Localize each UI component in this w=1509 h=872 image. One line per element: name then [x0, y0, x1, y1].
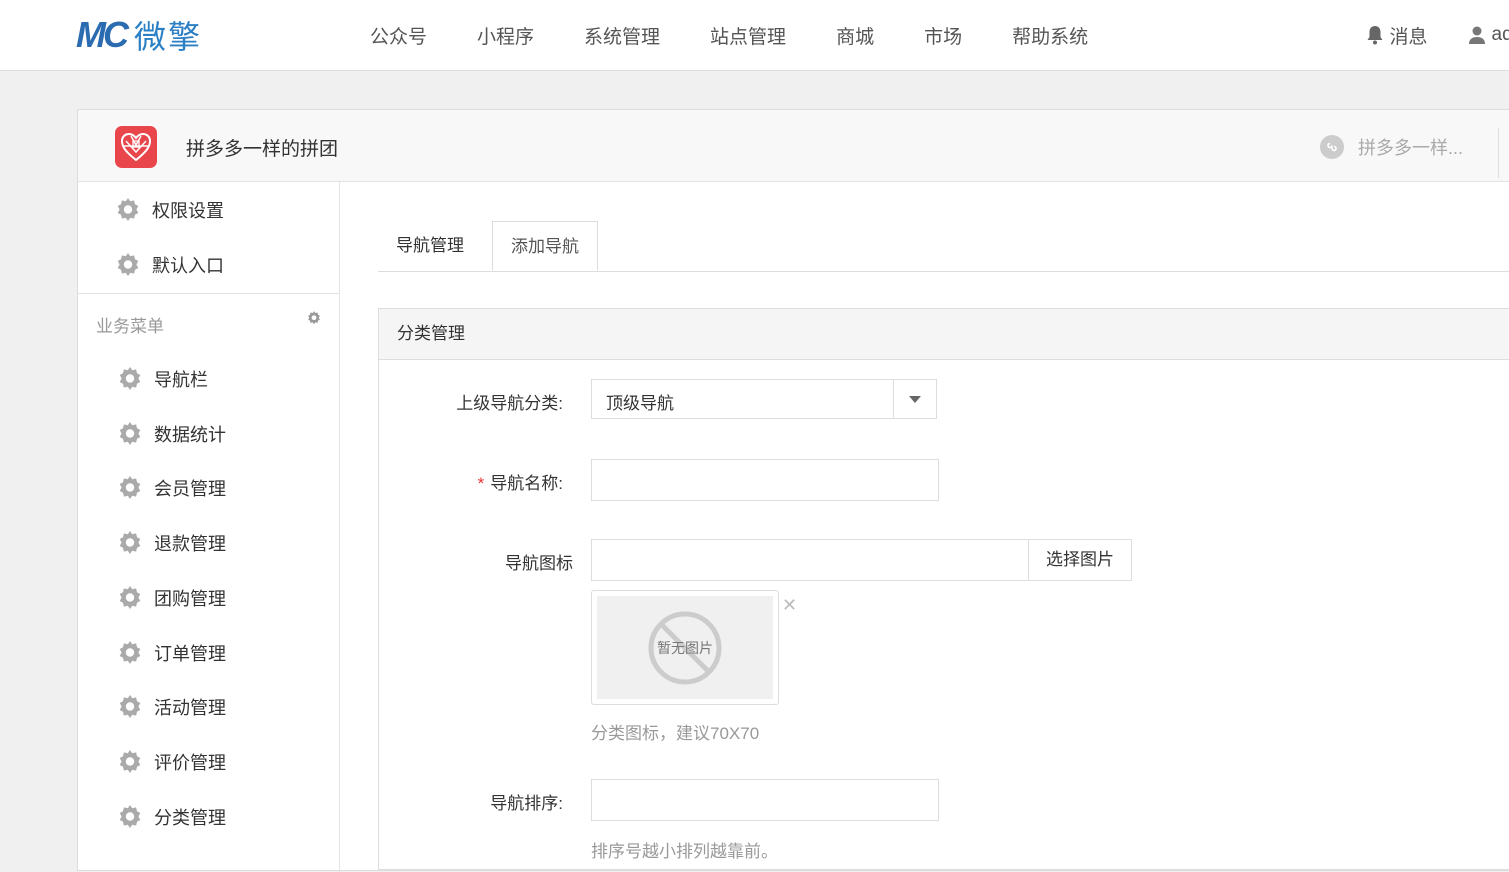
topnav-item-official-account[interactable]: 公众号 [370, 22, 427, 49]
image-preview: 暂无图片 [591, 590, 779, 705]
nav-name-label: * 导航名称: [363, 469, 563, 494]
sidebar-item-categories[interactable]: 分类管理 [116, 803, 226, 831]
app-switch-label: 拼多多一样... [1358, 138, 1464, 158]
nav-sort-input[interactable] [591, 779, 939, 821]
nav-sort-label: 导航排序: [490, 794, 563, 813]
topnav-item-site[interactable]: 站点管理 [710, 22, 786, 49]
gear-icon [117, 253, 139, 276]
section-settings-gear-icon[interactable] [306, 310, 322, 331]
sort-hint: 排序号越小排列越靠前。 [591, 842, 778, 861]
sidebar-item-label: 退款管理 [154, 534, 226, 554]
sidebar-item-permissions[interactable]: 权限设置 [114, 196, 224, 224]
parent-category-select[interactable]: 顶级导航 [591, 379, 937, 419]
bell-icon [1367, 26, 1383, 45]
sidebar-item-group-buy[interactable]: 团购管理 [116, 584, 226, 612]
app-switcher[interactable]: 拼多多一样... [1320, 134, 1463, 160]
top-bar: MC 微擎 公众号 小程序 系统管理 站点管理 商城 市场 帮助系统 消息 ad… [0, 0, 1509, 71]
icon-hint: 分类图标，建议70X70 [591, 724, 760, 743]
gear-icon [119, 695, 141, 718]
sidebar-item-label: 评价管理 [154, 753, 226, 773]
top-nav: 公众号 小程序 系统管理 站点管理 商城 市场 帮助系统 [370, 0, 1138, 70]
gear-icon [119, 422, 141, 445]
topnav-item-mall[interactable]: 商城 [836, 22, 874, 49]
sidebar-item-default-entry[interactable]: 默认入口 [114, 251, 224, 279]
sidebar-item-label: 分类管理 [154, 808, 226, 828]
required-mark: * [477, 474, 485, 493]
sidebar-item-label: 默认入口 [152, 256, 224, 276]
category-form-card: 分类管理 上级导航分类: 顶级导航 * 导航名称: 导航图标 选择图片 暂无图片 … [378, 308, 1509, 870]
gear-icon [119, 805, 141, 828]
sidebar: 权限设置 默认入口 业务菜单 导航栏 数据统计 会员管理 退款管理 团购管理 订… [78, 182, 340, 872]
sidebar-item-orders[interactable]: 订单管理 [116, 639, 226, 667]
gear-icon [119, 476, 141, 499]
image-placeholder: 暂无图片 [597, 596, 773, 699]
parent-category-label: 上级导航分类: [456, 394, 563, 413]
nav-icon-label: 导航图标 [505, 554, 573, 573]
sidebar-item-refunds[interactable]: 退款管理 [116, 529, 226, 557]
sidebar-item-label: 团购管理 [154, 589, 226, 609]
app-logo [115, 126, 157, 168]
sidebar-item-members[interactable]: 会员管理 [116, 474, 226, 502]
nav-icon-input[interactable] [591, 539, 1029, 581]
chevron-down-icon[interactable] [893, 380, 936, 418]
card-title: 分类管理 [379, 309, 1509, 360]
sidebar-divider [78, 293, 339, 294]
choose-image-button[interactable]: 选择图片 [1028, 539, 1132, 581]
gear-icon [119, 641, 141, 664]
gear-icon [117, 198, 139, 221]
header-divider [1498, 128, 1499, 178]
sidebar-item-label: 权限设置 [152, 201, 224, 221]
sidebar-item-navbar[interactable]: 导航栏 [116, 365, 208, 393]
gear-icon [119, 531, 141, 554]
gear-icon [119, 586, 141, 609]
top-right-menu: 消息 adr [1366, 0, 1509, 70]
topnav-item-market[interactable]: 市场 [924, 22, 962, 49]
tab-nav-management[interactable]: 导航管理 [378, 221, 482, 271]
main-panel: 拼多多一样的拼团 拼多多一样... 权限设置 默认入口 业务菜单 导航栏 数据统… [77, 109, 1509, 872]
sidebar-item-label: 数据统计 [154, 425, 226, 445]
sidebar-item-label: 订单管理 [154, 644, 226, 664]
brand-mark: MC [76, 14, 129, 55]
mini-program-icon [1320, 135, 1344, 159]
nav-name-label-text: 导航名称: [490, 474, 563, 493]
app-header: 拼多多一样的拼团 拼多多一样... [78, 110, 1509, 182]
nav-name-input[interactable] [591, 459, 939, 501]
sidebar-item-reviews[interactable]: 评价管理 [116, 748, 226, 776]
sidebar-item-label: 活动管理 [154, 698, 226, 718]
sidebar-item-label: 会员管理 [154, 479, 226, 499]
heart-logo-icon [120, 132, 152, 162]
gear-icon [119, 750, 141, 773]
messages-label: 消息 [1389, 26, 1428, 48]
tab-bar: 导航管理 添加导航 [378, 221, 1509, 272]
brand-name: 微擎 [134, 19, 203, 55]
remove-image-close-icon[interactable]: ✕ [782, 595, 797, 616]
gear-icon [119, 367, 141, 390]
no-image-text: 暂无图片 [657, 639, 713, 656]
user-menu[interactable]: adr [1468, 24, 1509, 46]
app-name: 拼多多一样的拼团 [186, 139, 339, 160]
user-icon [1468, 26, 1485, 44]
topnav-item-help[interactable]: 帮助系统 [1012, 22, 1088, 49]
topnav-item-system[interactable]: 系统管理 [584, 22, 660, 49]
sidebar-item-statistics[interactable]: 数据统计 [116, 420, 226, 448]
topnav-item-mini-program[interactable]: 小程序 [477, 22, 534, 49]
tab-add-nav[interactable]: 添加导航 [492, 221, 598, 271]
sidebar-section-title: 业务菜单 [96, 317, 164, 336]
sidebar-item-label: 导航栏 [154, 370, 208, 390]
parent-category-value: 顶级导航 [606, 394, 674, 413]
brand-logo[interactable]: MC 微擎 [76, 14, 202, 56]
messages-link[interactable]: 消息 [1366, 22, 1428, 49]
user-name: adr [1491, 24, 1509, 45]
sidebar-item-activities[interactable]: 活动管理 [116, 693, 226, 721]
